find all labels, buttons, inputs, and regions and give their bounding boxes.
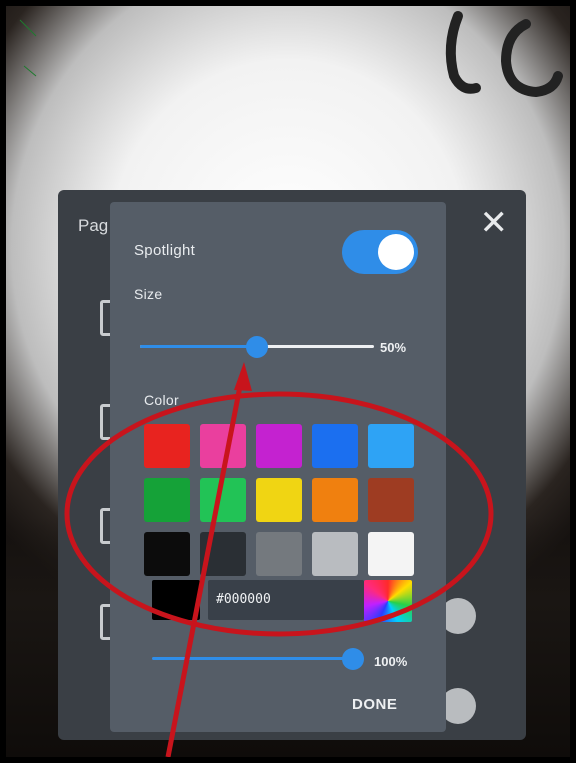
annotation-ellipse xyxy=(64,391,494,637)
annotation-arrow-line xyxy=(165,375,245,757)
photo-frame: Pag ✕ Spotlight Size 50% Color #000000 1… xyxy=(6,6,570,757)
annotation-overlay xyxy=(64,362,494,757)
annotation-arrow-head xyxy=(234,362,252,391)
